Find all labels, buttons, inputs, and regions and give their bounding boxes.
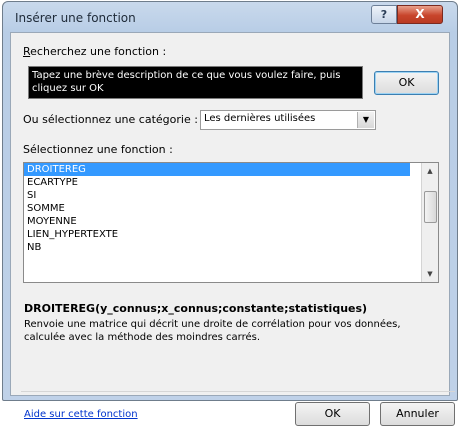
help-link[interactable]: Aide sur cette fonction bbox=[24, 409, 138, 420]
function-list-item[interactable]: SOMME bbox=[24, 202, 438, 215]
scroll-up-icon[interactable]: ▲ bbox=[422, 163, 438, 179]
search-label: Recherchez une fonction : bbox=[23, 45, 166, 58]
insert-function-dialog: Insérer une fonction ? X Recherchez une … bbox=[2, 1, 458, 426]
divider bbox=[21, 391, 455, 392]
dialog-title: Insérer une fonction bbox=[15, 11, 136, 25]
function-list-item[interactable]: NB bbox=[24, 241, 438, 254]
function-list-item[interactable]: MOYENNE bbox=[24, 215, 438, 228]
title-bar[interactable]: Insérer une fonction ? X bbox=[3, 2, 457, 32]
function-list-label: Sélectionnez une fonction : bbox=[23, 143, 173, 156]
function-list-item[interactable]: ECARTYPE bbox=[24, 176, 438, 189]
function-list-item[interactable]: DROITEREG bbox=[24, 163, 410, 176]
category-dropdown[interactable]: Les dernières utilisées ▼ bbox=[200, 110, 376, 130]
chevron-down-icon[interactable]: ▼ bbox=[357, 112, 374, 128]
search-input[interactable]: Tapez une brève description de ce que vo… bbox=[28, 66, 363, 99]
category-selected-value: Les dernières utilisées bbox=[204, 113, 316, 124]
close-button[interactable]: X bbox=[397, 5, 443, 24]
dialog-body: Recherchez une fonction : Tapez une brèv… bbox=[10, 32, 455, 426]
scroll-down-icon[interactable]: ▼ bbox=[422, 266, 438, 282]
category-label: Ou sélectionnez une catégorie : bbox=[23, 113, 198, 126]
function-description: Renvoie une matrice qui décrit une droit… bbox=[24, 319, 401, 343]
ok-button[interactable]: OK bbox=[295, 402, 370, 426]
help-icon[interactable]: ? bbox=[371, 5, 397, 24]
cancel-button[interactable]: Annuler bbox=[380, 402, 455, 426]
function-list[interactable]: DROITEREG ECARTYPE SI SOMME MOYENNE LIEN_HYPE… bbox=[23, 162, 439, 283]
scroll-thumb[interactable] bbox=[424, 191, 437, 223]
function-list-item[interactable]: SI bbox=[24, 189, 438, 202]
function-syntax: DROITEREG(y_connus;x_connus;constante;st… bbox=[24, 302, 368, 315]
search-label-text: echerchez une fonction : bbox=[30, 45, 167, 58]
scrollbar[interactable]: ▲ ▼ bbox=[421, 163, 438, 282]
search-ok-button[interactable]: OK bbox=[374, 71, 439, 95]
function-list-item[interactable]: LIEN_HYPERTEXTE bbox=[24, 228, 438, 241]
